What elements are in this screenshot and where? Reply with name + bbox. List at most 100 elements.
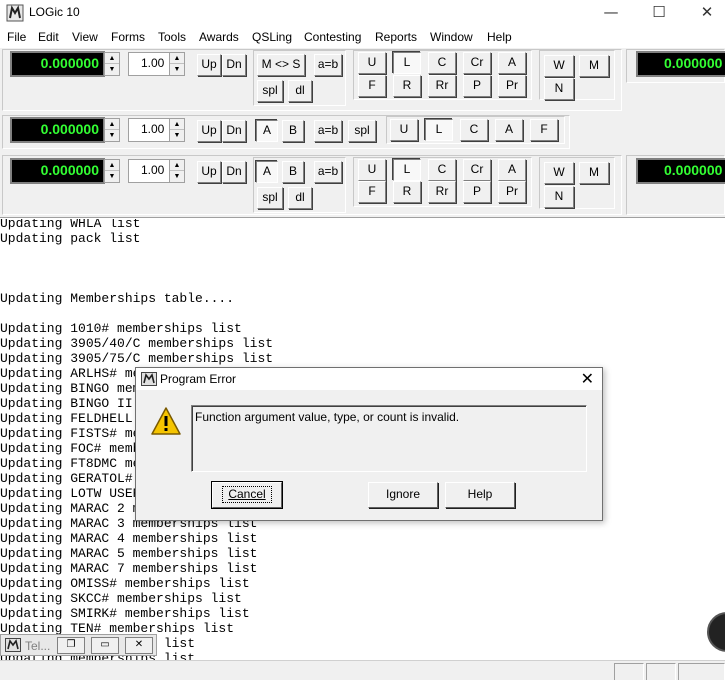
spin-down-icon[interactable]: ▼ <box>170 130 184 141</box>
radio1-mode-pr[interactable]: Pr <box>498 75 526 97</box>
radio1-up-button[interactable]: Up <box>197 54 221 76</box>
menu-reports[interactable]: Reports <box>375 30 417 44</box>
radio3-mode-pr[interactable]: Pr <box>498 181 526 203</box>
radio3-mode-r[interactable]: R <box>393 181 421 203</box>
spin-up-icon[interactable]: ▲ <box>170 53 184 64</box>
radio1-step-input[interactable]: 1.00 <box>128 52 170 76</box>
spin-down-icon[interactable]: ▼ <box>105 64 119 75</box>
radio1-mode-cr[interactable]: Cr <box>463 52 491 74</box>
spin-up-icon[interactable]: ▲ <box>105 160 119 171</box>
spin-up-icon[interactable]: ▲ <box>105 119 119 130</box>
radio1-step-spinner[interactable]: ▲ ▼ <box>169 52 185 76</box>
minimize-button[interactable]: — <box>588 0 634 26</box>
radio3-m-button[interactable]: M <box>579 162 609 184</box>
status-pane-1 <box>614 663 644 680</box>
radio1-dl-button[interactable]: dl <box>288 80 312 102</box>
radio2-mode-c[interactable]: C <box>460 119 488 141</box>
spin-down-icon[interactable]: ▼ <box>170 171 184 182</box>
radio1-w-button[interactable]: W <box>544 55 574 77</box>
radio3-frequency-display[interactable]: 0.000000 <box>10 158 105 184</box>
help-button[interactable]: Help <box>445 482 515 508</box>
radio2-dn-button[interactable]: Dn <box>222 120 246 142</box>
menu-window[interactable]: Window <box>430 30 473 44</box>
radio1-mode-a[interactable]: A <box>498 52 526 74</box>
radio1-m-button[interactable]: M <box>579 55 609 77</box>
radio2-vfo-b-button[interactable]: B <box>282 120 304 142</box>
spin-up-icon[interactable]: ▲ <box>105 53 119 64</box>
spin-down-icon[interactable]: ▼ <box>170 64 184 75</box>
menu-file[interactable]: File <box>7 30 26 44</box>
menu-forms[interactable]: Forms <box>111 30 145 44</box>
radio3-step-input[interactable]: 1.00 <box>128 159 170 183</box>
radio1-dn-button[interactable]: Dn <box>222 54 246 76</box>
radio1-mode-rr[interactable]: Rr <box>428 75 456 97</box>
radio2-mode-l[interactable]: L <box>425 119 453 141</box>
radio3-dn-button[interactable]: Dn <box>222 161 246 183</box>
spin-up-icon[interactable]: ▲ <box>170 119 184 130</box>
menu-edit[interactable]: Edit <box>38 30 59 44</box>
menu-tools[interactable]: Tools <box>158 30 186 44</box>
radio3-mode-f[interactable]: F <box>358 181 386 203</box>
spin-down-icon[interactable]: ▼ <box>105 130 119 141</box>
radio3-mode-a[interactable]: A <box>498 159 526 181</box>
dialog-close-icon[interactable]: ✕ <box>581 369 594 388</box>
radio2-step-spinner[interactable]: ▲ ▼ <box>169 118 185 142</box>
radio2-mode-f[interactable]: F <box>530 119 558 141</box>
radio1-mode-r[interactable]: R <box>393 75 421 97</box>
close-icon[interactable]: ✕ <box>125 637 153 654</box>
radio1-frequency-display[interactable]: 0.000000 <box>10 51 105 77</box>
radio1-mode-u[interactable]: U <box>358 52 386 74</box>
radio3-w-button[interactable]: W <box>544 162 574 184</box>
maximize-button[interactable]: ☐ <box>636 0 682 26</box>
radio3-step-spinner[interactable]: ▲ ▼ <box>169 159 185 183</box>
radio3-mode-u[interactable]: U <box>358 159 386 181</box>
radio1-a-eq-b-button[interactable]: a=b <box>314 54 342 76</box>
radio3-mode-cr[interactable]: Cr <box>463 159 491 181</box>
radio2-vfo-a-button[interactable]: A <box>256 120 278 142</box>
menu-contesting[interactable]: Contesting <box>304 30 361 44</box>
radio2-freq-spinner[interactable]: ▲ ▼ <box>104 118 120 142</box>
radio2-a-eq-b-button[interactable]: a=b <box>314 120 342 142</box>
radio3-right-frequency-display[interactable]: 0.000000 <box>636 158 725 184</box>
radio1-split-button[interactable]: spl <box>257 80 283 102</box>
radio1-mode-l[interactable]: L <box>393 52 421 74</box>
radio2-frequency-display[interactable]: 0.000000 <box>10 117 105 143</box>
radio3-mode-c[interactable]: C <box>428 159 456 181</box>
radio1-mem-swap-button[interactable]: M <> S <box>257 54 305 76</box>
radio3-n-button[interactable]: N <box>544 186 574 208</box>
menu-help[interactable]: Help <box>487 30 512 44</box>
radio2-mode-a[interactable]: A <box>495 119 523 141</box>
radio2-split-button[interactable]: spl <box>348 120 376 142</box>
cancel-button[interactable]: Cancel <box>211 481 283 509</box>
radio1-freq-spinner[interactable]: ▲ ▼ <box>104 52 120 76</box>
radio3-a-eq-b-button[interactable]: a=b <box>314 161 342 183</box>
radio1-right-frequency-display[interactable]: 0.000000 <box>636 51 725 77</box>
radio3-split-button[interactable]: spl <box>257 187 283 209</box>
radio2-step-input[interactable]: 1.00 <box>128 118 170 142</box>
radio3-vfo-b-button[interactable]: B <box>282 161 304 183</box>
radio1-mode-p[interactable]: P <box>463 75 491 97</box>
radio3-mode-rr[interactable]: Rr <box>428 181 456 203</box>
close-button[interactable]: ✕ <box>684 0 725 26</box>
menu-view[interactable]: View <box>72 30 98 44</box>
radio1-mode-c[interactable]: C <box>428 52 456 74</box>
radio1-n-button[interactable]: N <box>544 78 574 100</box>
radio3-vfo-a-button[interactable]: A <box>256 161 278 183</box>
maximize-icon[interactable]: ▭ <box>91 637 119 654</box>
radio3-up-button[interactable]: Up <box>197 161 221 183</box>
radio1-mode-f[interactable]: F <box>358 75 386 97</box>
radio3-mode-p[interactable]: P <box>463 181 491 203</box>
menu-awards[interactable]: Awards <box>199 30 239 44</box>
minimized-child-window[interactable]: Tel... ❐ ▭ ✕ <box>0 634 157 656</box>
spin-down-icon[interactable]: ▼ <box>105 171 119 182</box>
radio3-freq-spinner[interactable]: ▲ ▼ <box>104 159 120 183</box>
menu-qsling[interactable]: QSLing <box>252 30 292 44</box>
radio3-mode-l[interactable]: L <box>393 159 421 181</box>
radio2-mode-u[interactable]: U <box>390 119 418 141</box>
restore-icon[interactable]: ❐ <box>57 637 85 654</box>
radio2-up-button[interactable]: Up <box>197 120 221 142</box>
spin-up-icon[interactable]: ▲ <box>170 160 184 171</box>
radio3-dl-button[interactable]: dl <box>288 187 312 209</box>
program-error-dialog: Program Error ✕ Function argument value,… <box>135 367 603 521</box>
ignore-button[interactable]: Ignore <box>368 482 438 508</box>
